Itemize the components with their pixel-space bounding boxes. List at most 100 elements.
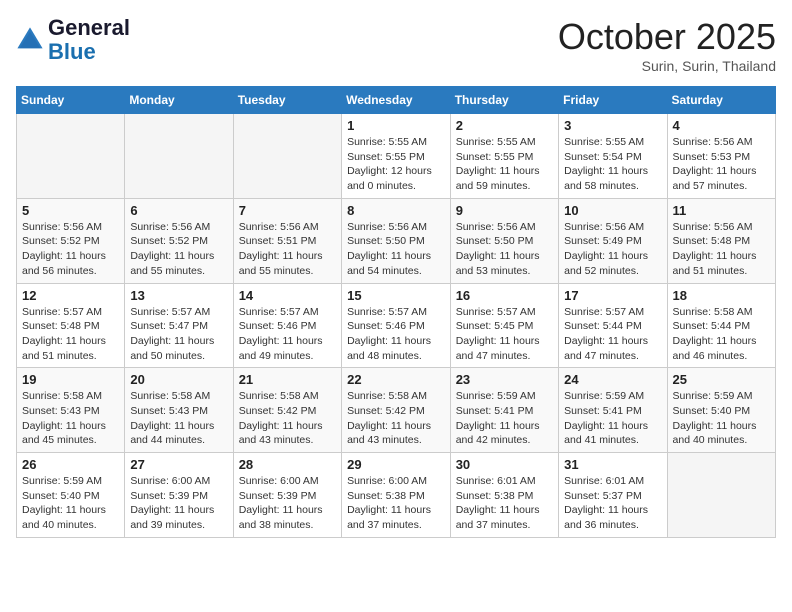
calendar-cell: 18 Sunrise: 5:58 AM Sunset: 5:44 PM Dayli… (667, 283, 775, 368)
day-info: Sunrise: 6:00 AM Sunset: 5:39 PM Dayligh… (130, 474, 227, 533)
page-header: General Blue October 2025 Surin, Surin, … (16, 16, 776, 74)
location-subtitle: Surin, Surin, Thailand (558, 58, 776, 74)
day-info: Sunrise: 5:56 AM Sunset: 5:52 PM Dayligh… (22, 220, 119, 279)
day-number: 7 (239, 203, 336, 218)
weekday-header-thursday: Thursday (450, 87, 558, 114)
day-number: 30 (456, 457, 553, 472)
calendar-cell: 24Sunrise: 5:59 AM Sunset: 5:41 PM Dayli… (559, 368, 667, 453)
day-number: 14 (239, 288, 336, 303)
calendar-week-row: 12 Sunrise: 5:57 AM Sunset: 5:48 PM Dayli… (17, 283, 776, 368)
day-number: 26 (22, 457, 119, 472)
day-number: 19 (22, 372, 119, 387)
day-number: 25 (673, 372, 770, 387)
day-number: 2 (456, 118, 553, 133)
calendar-cell: 31Sunrise: 6:01 AM Sunset: 5:37 PM Dayli… (559, 453, 667, 538)
calendar-cell: 30 Sunrise: 6:01 AM Sunset: 5:38 PM Dayli… (450, 453, 558, 538)
calendar-cell: 13Sunrise: 5:57 AM Sunset: 5:47 PM Dayli… (125, 283, 233, 368)
calendar-cell: 14 Sunrise: 5:57 AM Sunset: 5:46 PM Dayli… (233, 283, 341, 368)
day-info: Sunrise: 5:57 AM Sunset: 5:46 PM Dayligh… (239, 305, 336, 364)
title-block: October 2025 Surin, Surin, Thailand (558, 16, 776, 74)
day-number: 18 (673, 288, 770, 303)
calendar-cell: 10Sunrise: 5:56 AM Sunset: 5:49 PM Dayli… (559, 198, 667, 283)
calendar-cell: 8 Sunrise: 5:56 AM Sunset: 5:50 PM Daylig… (342, 198, 451, 283)
calendar-cell: 9 Sunrise: 5:56 AM Sunset: 5:50 PM Daylig… (450, 198, 558, 283)
day-info: Sunrise: 5:56 AM Sunset: 5:53 PM Dayligh… (673, 135, 770, 194)
day-number: 20 (130, 372, 227, 387)
weekday-header-friday: Friday (559, 87, 667, 114)
calendar-cell: 12 Sunrise: 5:57 AM Sunset: 5:48 PM Dayli… (17, 283, 125, 368)
calendar-cell (667, 453, 775, 538)
day-number: 29 (347, 457, 445, 472)
calendar-cell: 28 Sunrise: 6:00 AM Sunset: 5:39 PM Dayli… (233, 453, 341, 538)
day-info: Sunrise: 5:59 AM Sunset: 5:41 PM Dayligh… (564, 389, 661, 448)
day-info: Sunrise: 5:56 AM Sunset: 5:51 PM Dayligh… (239, 220, 336, 279)
calendar-cell: 4 Sunrise: 5:56 AM Sunset: 5:53 PM Daylig… (667, 114, 775, 199)
calendar-cell: 27Sunrise: 6:00 AM Sunset: 5:39 PM Dayli… (125, 453, 233, 538)
calendar-cell: 17Sunrise: 5:57 AM Sunset: 5:44 PM Dayli… (559, 283, 667, 368)
calendar-cell (17, 114, 125, 199)
day-info: Sunrise: 6:01 AM Sunset: 5:38 PM Dayligh… (456, 474, 553, 533)
day-number: 4 (673, 118, 770, 133)
day-info: Sunrise: 5:55 AM Sunset: 5:55 PM Dayligh… (456, 135, 553, 194)
calendar-week-row: 1 Sunrise: 5:55 AM Sunset: 5:55 PM Daylig… (17, 114, 776, 199)
day-info: Sunrise: 5:55 AM Sunset: 5:55 PM Dayligh… (347, 135, 445, 194)
day-info: Sunrise: 5:58 AM Sunset: 5:43 PM Dayligh… (130, 389, 227, 448)
day-info: Sunrise: 5:57 AM Sunset: 5:47 PM Dayligh… (130, 305, 227, 364)
day-info: Sunrise: 5:56 AM Sunset: 5:50 PM Dayligh… (456, 220, 553, 279)
weekday-header-tuesday: Tuesday (233, 87, 341, 114)
day-number: 1 (347, 118, 445, 133)
day-info: Sunrise: 5:58 AM Sunset: 5:44 PM Dayligh… (673, 305, 770, 364)
day-info: Sunrise: 6:00 AM Sunset: 5:39 PM Dayligh… (239, 474, 336, 533)
calendar-cell: 21Sunrise: 5:58 AM Sunset: 5:42 PM Dayli… (233, 368, 341, 453)
day-info: Sunrise: 6:00 AM Sunset: 5:38 PM Dayligh… (347, 474, 445, 533)
calendar-cell: 5 Sunrise: 5:56 AM Sunset: 5:52 PM Daylig… (17, 198, 125, 283)
calendar-table: SundayMondayTuesdayWednesdayThursdayFrid… (16, 86, 776, 538)
calendar-cell: 1 Sunrise: 5:55 AM Sunset: 5:55 PM Daylig… (342, 114, 451, 199)
day-number: 22 (347, 372, 445, 387)
day-number: 9 (456, 203, 553, 218)
logo-general: General (48, 15, 130, 40)
logo: General Blue (16, 16, 130, 64)
day-number: 12 (22, 288, 119, 303)
day-number: 10 (564, 203, 661, 218)
day-info: Sunrise: 5:56 AM Sunset: 5:50 PM Dayligh… (347, 220, 445, 279)
calendar-cell: 2 Sunrise: 5:55 AM Sunset: 5:55 PM Daylig… (450, 114, 558, 199)
day-info: Sunrise: 5:56 AM Sunset: 5:52 PM Dayligh… (130, 220, 227, 279)
day-number: 31 (564, 457, 661, 472)
weekday-header-sunday: Sunday (17, 87, 125, 114)
day-info: Sunrise: 5:58 AM Sunset: 5:42 PM Dayligh… (347, 389, 445, 448)
calendar-cell: 22 Sunrise: 5:58 AM Sunset: 5:42 PM Dayli… (342, 368, 451, 453)
weekday-header-monday: Monday (125, 87, 233, 114)
day-info: Sunrise: 5:55 AM Sunset: 5:54 PM Dayligh… (564, 135, 661, 194)
day-info: Sunrise: 5:57 AM Sunset: 5:48 PM Dayligh… (22, 305, 119, 364)
calendar-cell (233, 114, 341, 199)
day-number: 11 (673, 203, 770, 218)
weekday-header-row: SundayMondayTuesdayWednesdayThursdayFrid… (17, 87, 776, 114)
logo-blue: Blue (48, 39, 96, 64)
day-info: Sunrise: 5:59 AM Sunset: 5:41 PM Dayligh… (456, 389, 553, 448)
logo-text: General Blue (48, 16, 130, 64)
calendar-cell: 23 Sunrise: 5:59 AM Sunset: 5:41 PM Dayli… (450, 368, 558, 453)
day-info: Sunrise: 5:56 AM Sunset: 5:48 PM Dayligh… (673, 220, 770, 279)
day-info: Sunrise: 5:59 AM Sunset: 5:40 PM Dayligh… (673, 389, 770, 448)
calendar-cell: 25 Sunrise: 5:59 AM Sunset: 5:40 PM Dayli… (667, 368, 775, 453)
day-number: 21 (239, 372, 336, 387)
calendar-cell: 15 Sunrise: 5:57 AM Sunset: 5:46 PM Dayli… (342, 283, 451, 368)
calendar-cell: 26 Sunrise: 5:59 AM Sunset: 5:40 PM Dayli… (17, 453, 125, 538)
calendar-week-row: 5 Sunrise: 5:56 AM Sunset: 5:52 PM Daylig… (17, 198, 776, 283)
day-number: 17 (564, 288, 661, 303)
day-number: 16 (456, 288, 553, 303)
day-number: 6 (130, 203, 227, 218)
calendar-week-row: 26 Sunrise: 5:59 AM Sunset: 5:40 PM Dayli… (17, 453, 776, 538)
calendar-cell: 6 Sunrise: 5:56 AM Sunset: 5:52 PM Daylig… (125, 198, 233, 283)
day-number: 28 (239, 457, 336, 472)
calendar-cell: 7 Sunrise: 5:56 AM Sunset: 5:51 PM Daylig… (233, 198, 341, 283)
day-number: 23 (456, 372, 553, 387)
day-number: 5 (22, 203, 119, 218)
day-info: Sunrise: 5:59 AM Sunset: 5:40 PM Dayligh… (22, 474, 119, 533)
day-number: 15 (347, 288, 445, 303)
calendar-cell: 29 Sunrise: 6:00 AM Sunset: 5:38 PM Dayli… (342, 453, 451, 538)
day-info: Sunrise: 5:57 AM Sunset: 5:46 PM Dayligh… (347, 305, 445, 364)
day-info: Sunrise: 5:58 AM Sunset: 5:43 PM Dayligh… (22, 389, 119, 448)
day-number: 8 (347, 203, 445, 218)
